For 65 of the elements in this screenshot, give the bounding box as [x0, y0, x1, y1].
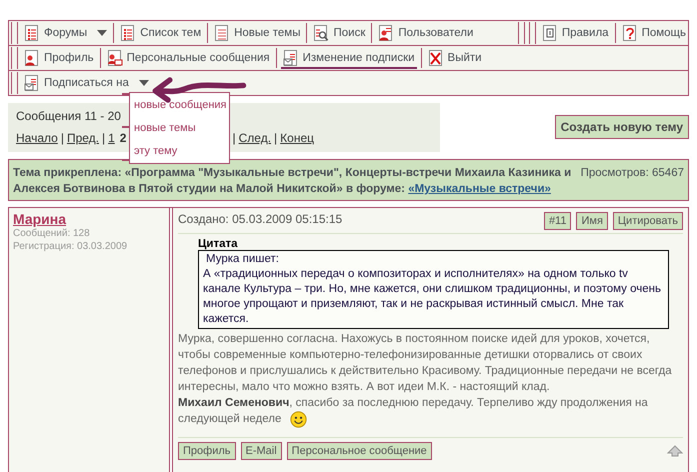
menu-item[interactable]: Правила [540, 22, 611, 44]
caret-icon [138, 80, 149, 86]
dropdown-item[interactable]: новые сообщения [134, 98, 225, 111]
menu-item[interactable]: Профиль [22, 47, 96, 69]
post-action-button[interactable]: Имя [576, 212, 608, 230]
footer-button[interactable]: E-Mail [240, 442, 282, 460]
menu-item[interactable]: Форумы [22, 22, 110, 44]
create-topic-button[interactable]: Создать новую тему [554, 115, 689, 139]
quote-title: Цитата [198, 238, 239, 250]
page-link[interactable]: 1 [108, 129, 115, 147]
quote-author: Мурка пишет: [205, 252, 280, 267]
page-icon [214, 24, 230, 42]
page-separator: | [232, 130, 236, 147]
dropdown-item[interactable]: эту тему [134, 145, 225, 158]
page-icon [542, 24, 558, 42]
menu-item[interactable]: Новые темы [212, 22, 302, 44]
page-separator: | [274, 130, 278, 147]
toolbar-handle[interactable] [11, 47, 18, 69]
cross-icon [428, 49, 444, 67]
post-action-button[interactable]: Цитировать [612, 212, 683, 230]
toolbar-handle[interactable] [518, 22, 525, 44]
post-text: Михаил Семенович, спасибо за последнюю передачу. Терпеливо жду продолжения на следующей неделе [178, 396, 649, 427]
caret-icon [97, 30, 108, 36]
user-icon [378, 24, 394, 42]
author-post-count: Сообщений: 128 [13, 227, 91, 240]
envelope-page-icon [282, 49, 299, 67]
menu-item[interactable]: Подписаться на [22, 72, 151, 94]
views-count: Просмотров: 65467 [580, 166, 684, 181]
page-link[interactable]: След. [238, 129, 272, 147]
menu-item[interactable]: Помощь [620, 22, 688, 44]
toolbar-handle[interactable] [528, 22, 536, 44]
post-date: Создано: 05.03.2009 05:15:15 [178, 212, 342, 228]
page-separator: | [102, 130, 106, 147]
toolbar-handle[interactable] [11, 72, 18, 94]
forum-link[interactable]: «Музыкальные встречи» [408, 183, 551, 195]
post-action-button[interactable]: #11 [544, 212, 572, 230]
page-icon [24, 24, 40, 42]
help-icon [622, 24, 638, 42]
menu-item[interactable]: Список тем [118, 22, 204, 44]
author-registration: Регистрация: 03.03.2009 [13, 240, 128, 253]
message-range-label: Сообщения 11 - 20 [16, 108, 121, 125]
page-link[interactable]: Конец [280, 129, 314, 147]
search-icon [313, 24, 330, 42]
page-separator: | [60, 130, 64, 147]
topic-text: Тема прикреплена: «Программа "Музыкальные встречи", Концерты-встречи Михаила Казиника и Алексея Ботвинова в Пятой студии на Малой Никитской» в форуме: «Музыкальные встречи» [13, 166, 572, 197]
footer-button[interactable]: Профиль [178, 442, 236, 460]
current-page: 2 [120, 130, 126, 147]
quote-text: А «традиционных передач о композиторах и исполнителях» на одном только tv канале Культура – три. Но, мне кажется, они слишком традиционны, и поэтому очень многое упрощают и приземляют, так и не раскрывая истинный смысл. Мне так кажется. [203, 267, 662, 327]
author-link[interactable]: Марина [13, 211, 165, 227]
up-arrow-icon[interactable] [667, 445, 683, 457]
page-link[interactable]: Пред. [66, 129, 99, 147]
menu-item[interactable]: Поиск [311, 22, 368, 44]
menu-item[interactable]: Изменение подписки [280, 47, 417, 69]
post-text: Мурка, совершенно согласна. Нахожусь в постоянном поиске идей для уроков, хочется, чтобы современные компьютерно-телефонизированные детишки оторвались от своих телефонов и прислушались к действительно Красивому. Традиционные передачи не всегда интересны, мало что можно взять. А вот идеи М.К. - настоящий клад. [178, 332, 673, 395]
envelope-page-icon [24, 74, 40, 92]
menu-item[interactable]: Пользователи [376, 22, 476, 44]
footer-button[interactable]: Персональное сообщение [286, 442, 432, 460]
toolbar-handle[interactable] [11, 22, 18, 44]
page-link[interactable]: Начало [16, 129, 58, 147]
user-icon [24, 49, 40, 67]
user-envelope-icon [106, 49, 123, 67]
page-icon [120, 24, 136, 42]
menu-item[interactable]: Выйти [426, 47, 484, 69]
menu-item[interactable]: Персональные сообщения [104, 47, 272, 69]
dropdown-item[interactable]: новые темы [134, 122, 225, 134]
